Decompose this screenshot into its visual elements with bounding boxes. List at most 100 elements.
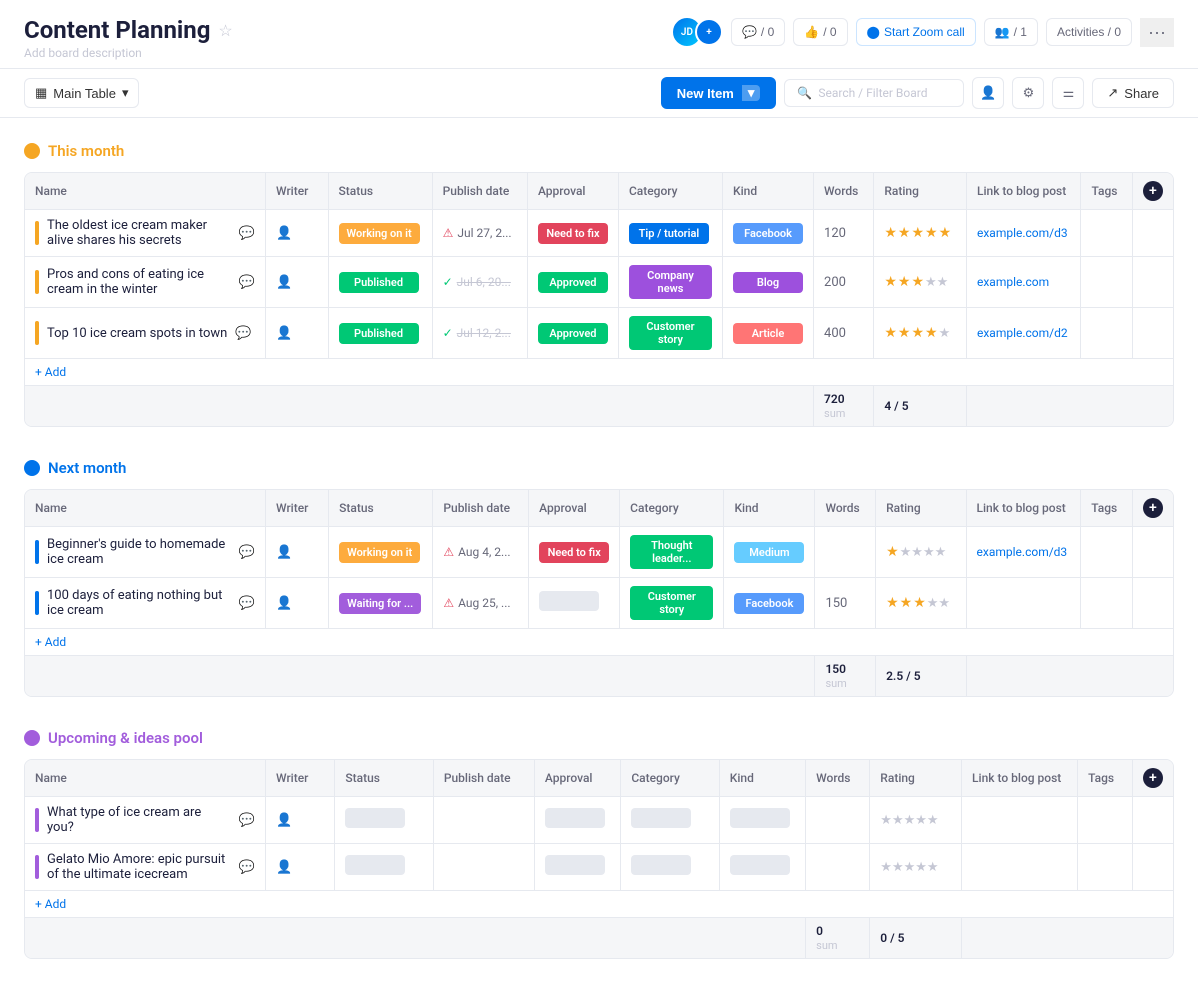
tags-cell[interactable] (1081, 527, 1133, 578)
link-cell[interactable]: example.com/d3 (966, 527, 1081, 578)
approval-cell[interactable] (534, 844, 620, 891)
activities-btn[interactable]: Activities / 0 (1046, 18, 1132, 46)
comment-icon[interactable]: 💬 (239, 596, 255, 611)
status-cell[interactable]: Working on it (329, 527, 433, 578)
blog-link[interactable]: example.com/d3 (977, 226, 1068, 240)
add-column-btn[interactable]: + (1143, 498, 1163, 518)
rating-cell[interactable]: ★★★★★ (874, 308, 967, 359)
blog-link[interactable]: example.com/d3 (977, 545, 1068, 559)
new-item-button[interactable]: New Item ▾ (661, 77, 777, 109)
board-description[interactable]: Add board description (24, 46, 233, 60)
publish-date-cell[interactable]: ⚠ Aug 25, ... (433, 578, 529, 629)
settings-btn[interactable]: ⚙ (1012, 77, 1044, 109)
publish-date-cell[interactable] (433, 797, 534, 844)
approval-cell[interactable]: Approved (527, 257, 618, 308)
th-add[interactable]: + (1132, 173, 1173, 210)
status-cell[interactable] (335, 844, 433, 891)
more-options-btn[interactable]: ··· (1140, 18, 1174, 47)
link-cell[interactable] (962, 844, 1078, 891)
publish-date-cell[interactable]: ⚠ Jul 27, 2... (432, 210, 527, 257)
group-header-upcoming[interactable]: Upcoming & ideas pool (24, 721, 1174, 755)
category-cell[interactable] (621, 844, 719, 891)
category-cell[interactable]: Tip / tutorial (618, 210, 722, 257)
approval-cell[interactable] (529, 578, 620, 629)
search-box[interactable]: 🔍 Search / Filter Board (784, 79, 964, 107)
status-cell[interactable]: Working on it (328, 210, 432, 257)
kind-cell[interactable]: Medium (724, 527, 815, 578)
approval-cell[interactable]: Need to fix (529, 527, 620, 578)
blog-link[interactable]: example.com/d2 (977, 326, 1068, 340)
link-cell[interactable]: example.com/d3 (966, 210, 1081, 257)
comment-icon[interactable]: 💬 (239, 275, 255, 290)
rating-cell[interactable]: ★★★★★ (876, 527, 966, 578)
category-cell[interactable]: Thought leader... (620, 527, 724, 578)
status-cell[interactable]: Waiting for ... (329, 578, 433, 629)
tags-cell[interactable] (1078, 797, 1133, 844)
person-filter-btn[interactable]: 👤 (972, 77, 1004, 109)
publish-date-cell[interactable]: ✓ Jul 12, 2... (432, 308, 527, 359)
category-cell[interactable]: Customer story (618, 308, 722, 359)
link-cell[interactable] (966, 578, 1081, 629)
category-cell[interactable]: Company news (618, 257, 722, 308)
link-cell[interactable]: example.com/d2 (966, 308, 1081, 359)
chat-btn[interactable]: 💬 / 0 (731, 18, 785, 46)
tags-cell[interactable] (1081, 578, 1133, 629)
th-add[interactable]: + (1132, 760, 1173, 797)
kind-cell[interactable]: Facebook (723, 210, 814, 257)
group-header-next-month[interactable]: Next month (24, 451, 1174, 485)
category-cell[interactable] (621, 797, 719, 844)
tags-cell[interactable] (1081, 210, 1132, 257)
like-btn[interactable]: 👍 / 0 (793, 18, 847, 46)
rating-cell[interactable]: ★★★★★ (874, 257, 967, 308)
group-header-this-month[interactable]: This month (24, 134, 1174, 168)
filter-btn[interactable]: ⚌ (1052, 77, 1084, 109)
avatar-2[interactable]: + (695, 18, 723, 46)
add-column-btn[interactable]: + (1143, 768, 1163, 788)
kind-cell[interactable]: Facebook (724, 578, 815, 629)
comment-icon[interactable]: 💬 (239, 860, 255, 875)
add-item-row[interactable]: + Add (25, 359, 1173, 386)
ok-icon: ✓ (443, 275, 453, 289)
approval-cell[interactable]: Need to fix (527, 210, 618, 257)
users-btn[interactable]: 👥 / 1 (984, 18, 1038, 46)
publish-date-cell[interactable]: ⚠ Aug 4, 2... (433, 527, 529, 578)
link-cell[interactable]: example.com (966, 257, 1081, 308)
share-btn[interactable]: ↗ Share (1092, 78, 1174, 108)
add-item-btn[interactable]: + Add (25, 891, 1173, 918)
comment-icon[interactable]: 💬 (235, 326, 251, 341)
tags-cell[interactable] (1081, 257, 1132, 308)
add-item-btn[interactable]: + Add (25, 629, 1173, 656)
table-toggle-btn[interactable]: ▦ Main Table ▾ (24, 78, 139, 108)
comment-icon[interactable]: 💬 (239, 545, 255, 560)
tags-cell[interactable] (1081, 308, 1132, 359)
blog-link[interactable]: example.com (977, 275, 1049, 289)
tags-cell[interactable] (1078, 844, 1133, 891)
add-item-row[interactable]: + Add (25, 891, 1173, 918)
publish-date-cell[interactable] (433, 844, 534, 891)
rating-cell[interactable]: ★★★★★ (874, 210, 967, 257)
comment-icon[interactable]: 💬 (239, 813, 255, 828)
rating-cell[interactable]: ★★★★★ (870, 797, 962, 844)
status-cell[interactable] (335, 797, 433, 844)
zoom-btn[interactable]: ⬤ Start Zoom call (856, 18, 976, 46)
add-item-btn[interactable]: + Add (25, 359, 1173, 386)
status-cell[interactable]: Published (328, 308, 432, 359)
kind-cell[interactable] (719, 844, 805, 891)
kind-cell[interactable]: Article (723, 308, 814, 359)
rating-cell[interactable]: ★★★★★ (870, 844, 962, 891)
new-item-arrow[interactable]: ▾ (742, 85, 761, 101)
approval-cell[interactable]: Approved (527, 308, 618, 359)
category-cell[interactable]: Customer story (620, 578, 724, 629)
comment-icon[interactable]: 💬 (239, 226, 255, 241)
approval-cell[interactable] (534, 797, 620, 844)
kind-cell[interactable]: Blog (723, 257, 814, 308)
add-item-row[interactable]: + Add (25, 629, 1173, 656)
kind-cell[interactable] (719, 797, 805, 844)
status-cell[interactable]: Published (328, 257, 432, 308)
publish-date-cell[interactable]: ✓ Jul 6, 20... (432, 257, 527, 308)
link-cell[interactable] (962, 797, 1078, 844)
th-add[interactable]: + (1132, 490, 1173, 527)
star-icon[interactable]: ☆ (218, 21, 232, 40)
rating-cell[interactable]: ★★★★★ (876, 578, 966, 629)
add-column-btn[interactable]: + (1143, 181, 1163, 201)
